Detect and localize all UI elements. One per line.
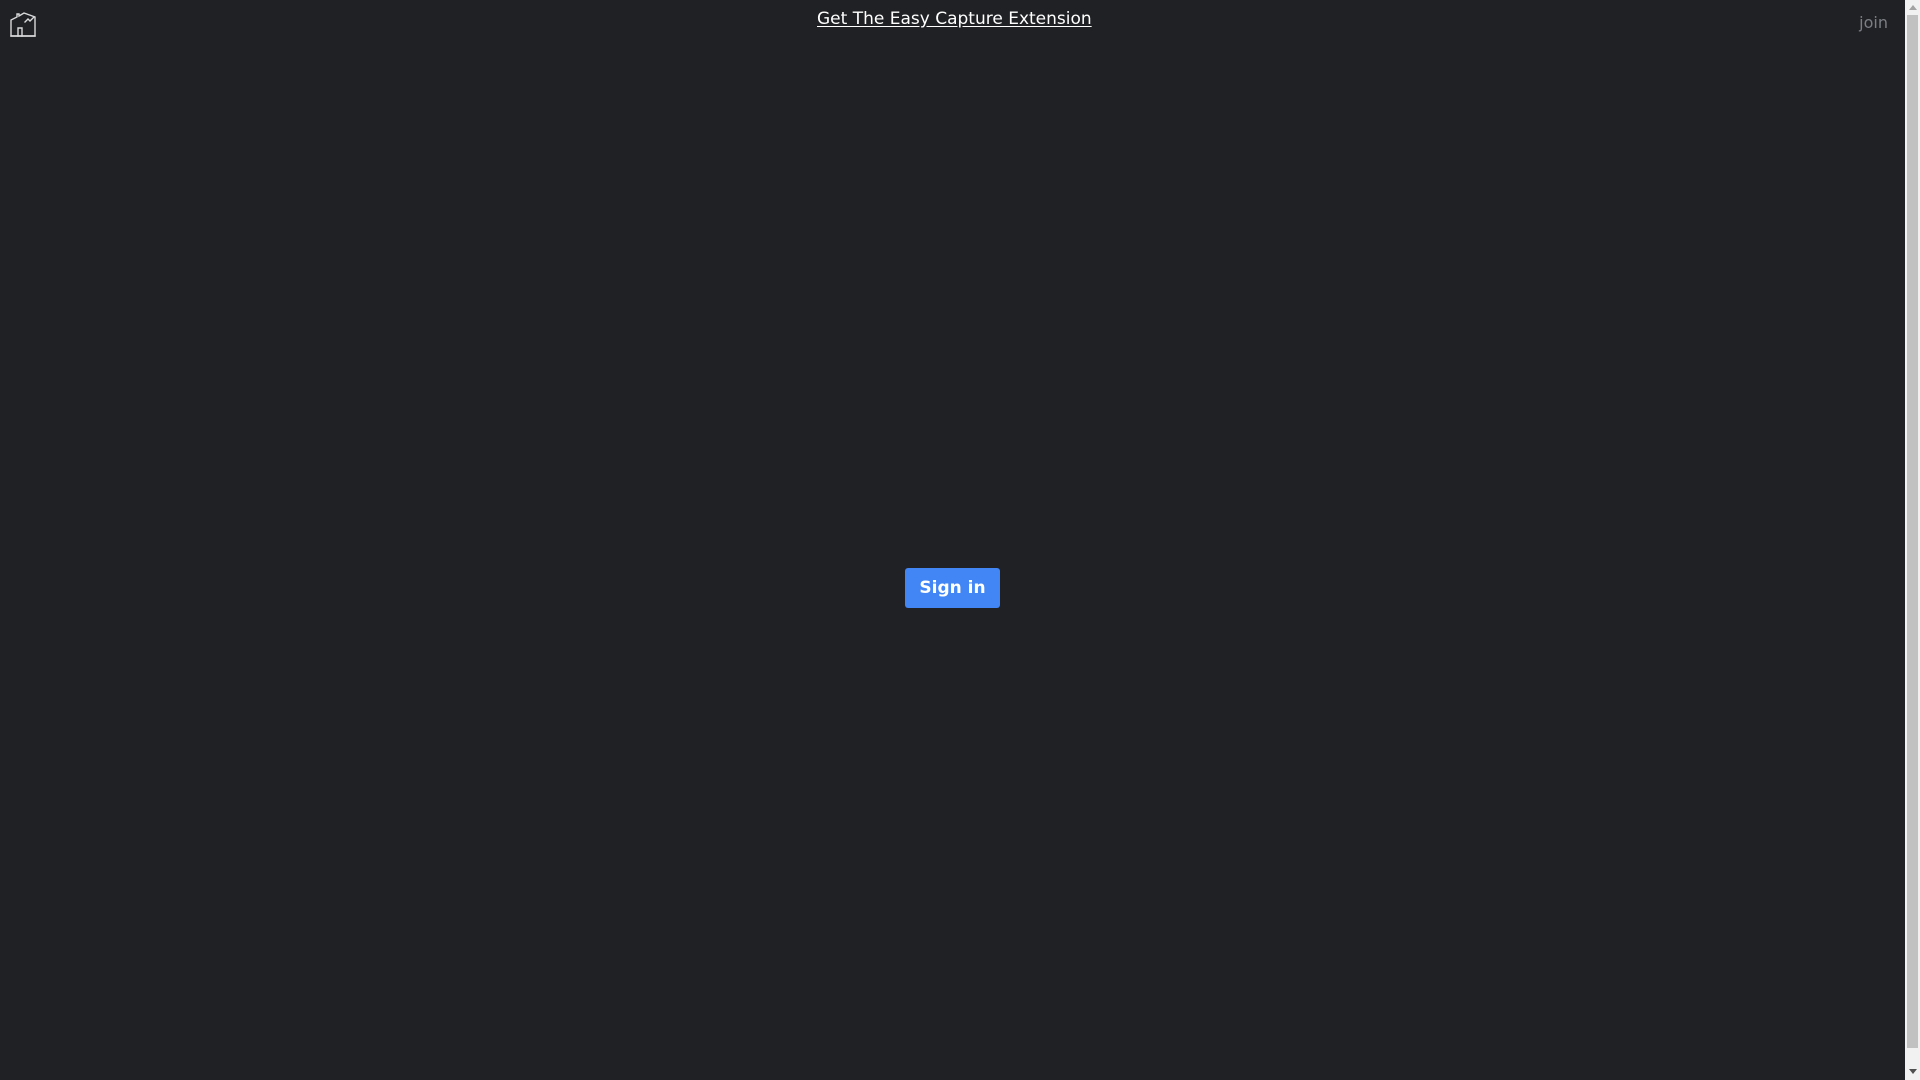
- get-extension-link[interactable]: Get The Easy Capture Extension: [817, 9, 1092, 29]
- sign-in-button[interactable]: Sign in: [905, 568, 1000, 608]
- page: Get The Easy Capture Extension join Sign…: [0, 0, 1920, 1080]
- scroll-down-arrow-icon[interactable]: [1905, 1063, 1920, 1080]
- vertical-scrollbar[interactable]: [1905, 0, 1920, 1080]
- scroll-up-arrow-icon[interactable]: [1905, 0, 1920, 15]
- home-logo-icon[interactable]: [9, 11, 37, 39]
- join-link[interactable]: join: [1859, 13, 1888, 32]
- scroll-thumb[interactable]: [1907, 15, 1918, 1048]
- content-area: Get The Easy Capture Extension join Sign…: [0, 0, 1905, 1080]
